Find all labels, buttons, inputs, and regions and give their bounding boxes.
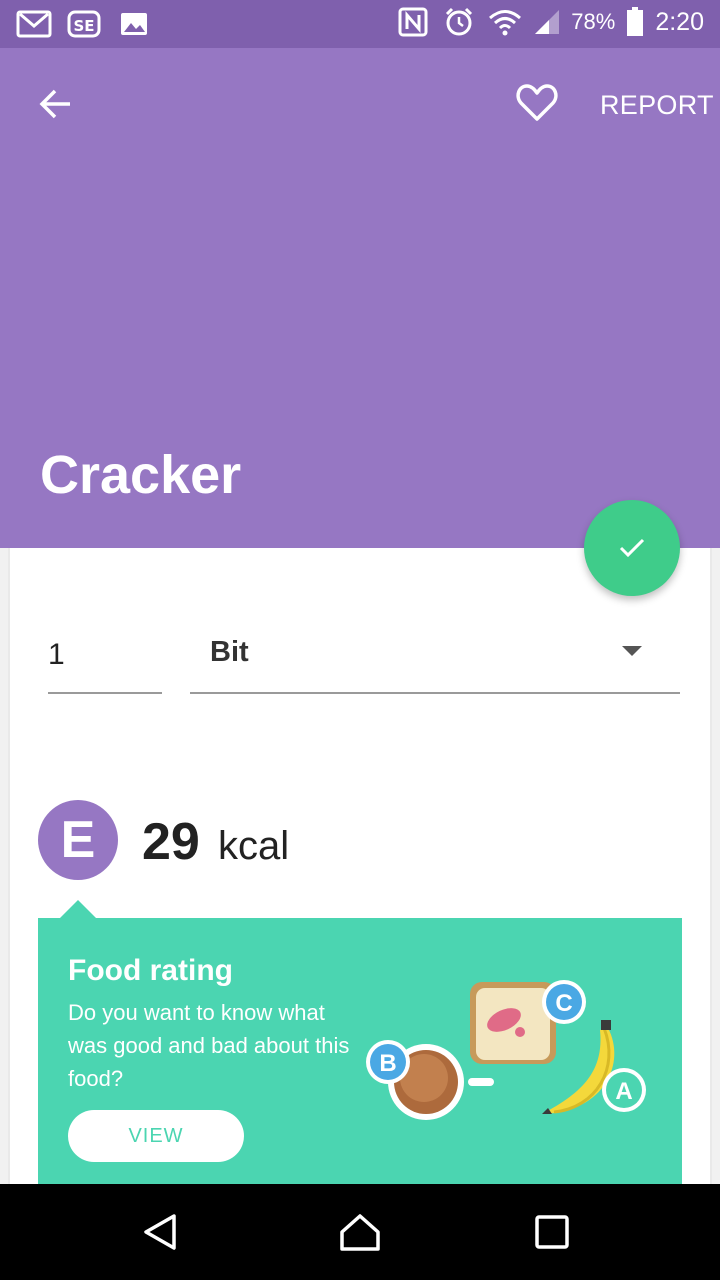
alarm-icon (441, 6, 477, 38)
view-button[interactable]: VIEW (68, 1110, 244, 1162)
unit-value: Bit (210, 636, 249, 668)
nav-recents-button[interactable] (528, 1208, 576, 1256)
quantity-input[interactable]: 1 (48, 620, 162, 694)
gmail-icon (16, 8, 52, 40)
grade-badge-c: C (542, 980, 586, 1024)
image-icon (116, 8, 152, 40)
favorite-button[interactable] (512, 78, 562, 128)
quantity-value: 1 (48, 638, 65, 671)
grade-letter-b: B (379, 1050, 396, 1077)
nav-back-button[interactable] (136, 1208, 184, 1256)
grade-letter-c: C (555, 990, 572, 1017)
food-rating-card: Food rating Do you want to know what was… (38, 918, 682, 1188)
food-rating-title: Food rating (68, 954, 233, 987)
back-button[interactable] (32, 80, 80, 128)
signal-icon (533, 6, 561, 38)
battery-icon (625, 6, 645, 38)
arrow-left-icon (39, 89, 70, 119)
confirm-button[interactable] (584, 500, 680, 596)
grade-letter-a: A (615, 1078, 632, 1105)
nfc-icon (395, 6, 431, 38)
wifi-icon (487, 6, 523, 38)
system-nav-bar (0, 1184, 720, 1280)
food-title: Cracker (40, 445, 242, 505)
battery-percent: 78% (571, 9, 616, 34)
heart-icon (516, 84, 558, 121)
food-grade-badge: E (38, 800, 118, 880)
toast-illustration (470, 982, 556, 1064)
svg-text:SE: SE (73, 17, 94, 35)
food-illustration: C B A (366, 980, 646, 1120)
chevron-down-icon (622, 646, 642, 656)
rating-card-pointer (60, 900, 96, 918)
grade-badge-a: A (602, 1068, 646, 1112)
food-header: REPORT Cracker (0, 48, 720, 548)
check-icon (619, 538, 645, 558)
calorie-unit: kcal (218, 824, 290, 868)
clock: 2:20 (655, 7, 704, 36)
back-triangle-icon (144, 1214, 176, 1250)
unit-select[interactable]: Bit (190, 620, 680, 694)
food-rating-description: Do you want to know what was good and ba… (68, 1000, 350, 1091)
status-bar: SE 78% 2:20 (0, 0, 720, 48)
recents-icon (535, 1215, 569, 1249)
nav-home-button[interactable] (336, 1208, 384, 1256)
home-icon (340, 1214, 380, 1251)
report-button[interactable]: REPORT (600, 90, 714, 121)
calorie-value: 29 (142, 813, 200, 871)
contacts-icon: SE (66, 8, 102, 40)
grade-badge-b: B (366, 1040, 410, 1084)
